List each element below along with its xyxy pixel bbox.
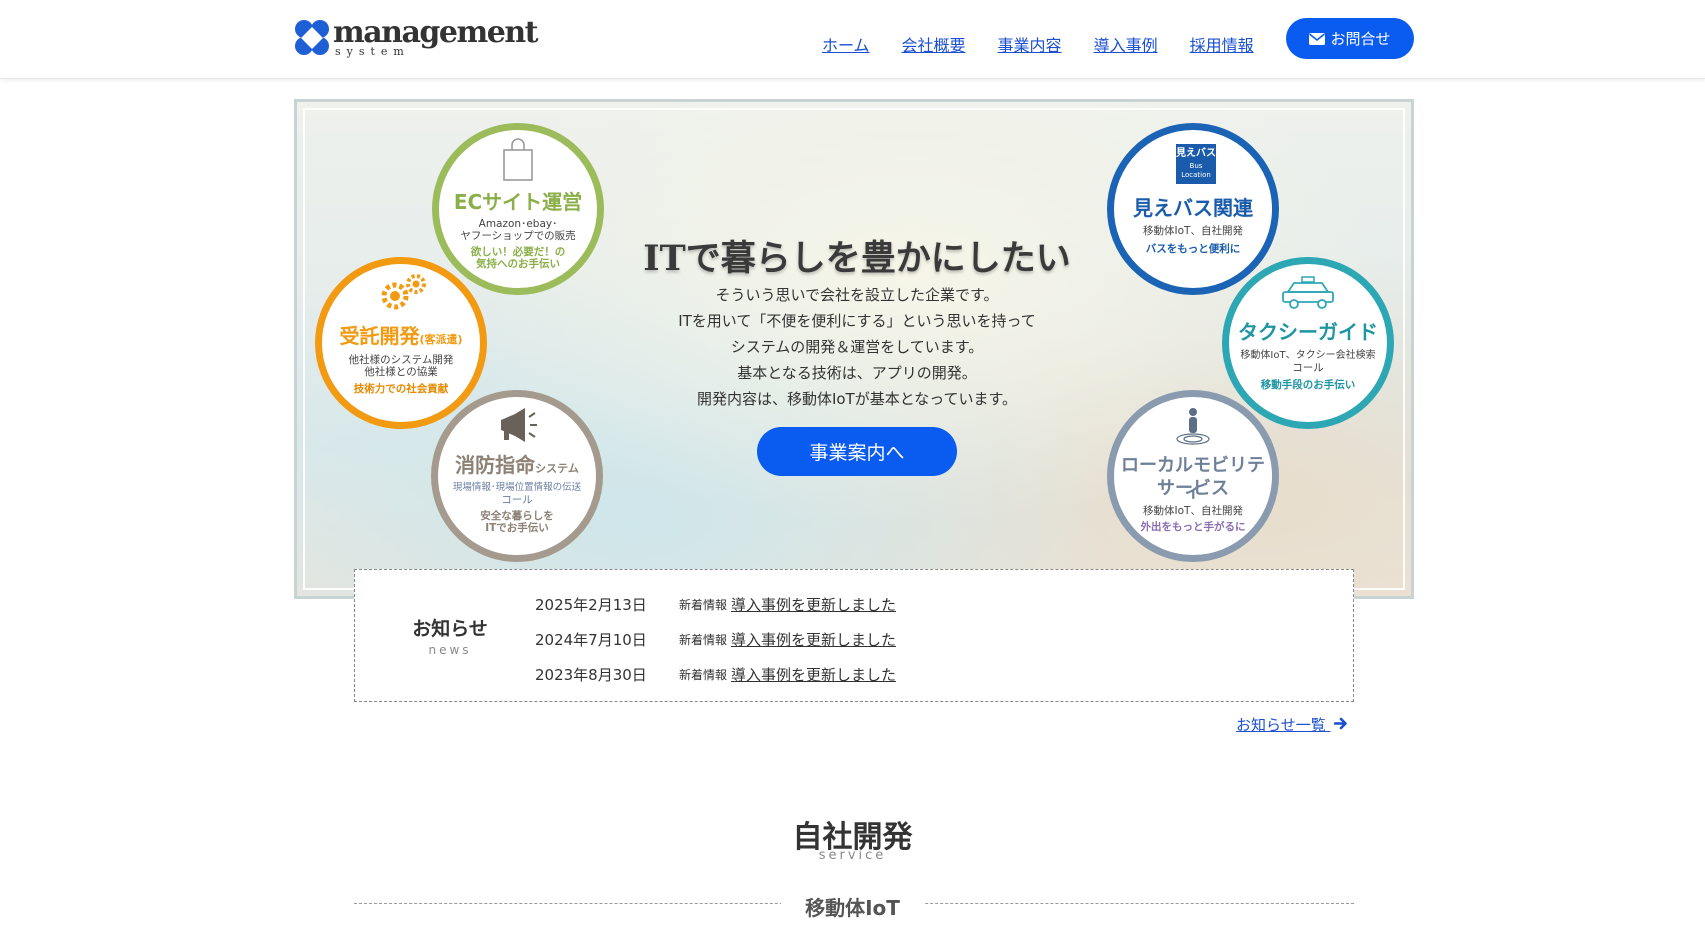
circle-desc: Amazon･ebay･: [478, 218, 558, 230]
site-logo[interactable]: management system: [293, 15, 539, 61]
contact-button[interactable]: お問合せ: [1286, 18, 1414, 59]
circle-desc: 移動体IoT、自社開発: [1143, 225, 1243, 237]
news-date: 2025年2月13日: [535, 595, 647, 614]
circle-tag: 技術力での社会貢献: [353, 383, 449, 395]
service-box-label: 移動体IoT: [781, 896, 924, 920]
hero-banner: ITで暮らしを豊かにしたい そういう思いで会社を設立した企業です。 ITを用いて…: [294, 99, 1414, 599]
circle-tag: バスをもっと便利に: [1145, 243, 1241, 255]
circle-tag: 気持へのお手伝い: [476, 258, 560, 270]
badge-text: Location: [1181, 171, 1211, 179]
circle-desc: 移動体IoT、タクシー会社検索: [1240, 350, 1376, 361]
circle-taxi-guide[interactable]: タクシーガイド 移動体IoT、タクシー会社検索 コール 移動手段のお手伝い: [1222, 257, 1394, 429]
circle-title: サービス: [1157, 478, 1229, 499]
circle-title-main: 受託開発: [339, 324, 420, 348]
taxi-icon: [1282, 276, 1334, 309]
megaphone-icon: [501, 408, 537, 442]
service-subtitle: service: [818, 848, 887, 863]
news-item: 2024年7月10日 新着情報 導入事例を更新しました: [535, 628, 896, 650]
news-heading-jp: お知らせ: [412, 618, 488, 640]
gears-icon: [381, 274, 426, 310]
arrow-right-icon: [1334, 717, 1348, 730]
circle-title: ECサイト運営: [453, 190, 583, 214]
news-title-link[interactable]: 導入事例を更新しました: [731, 594, 896, 615]
main-nav: ホーム 会社概要 事業内容 導入事例 採用情報: [822, 32, 1254, 56]
news-list-link[interactable]: お知らせ一覧: [1236, 714, 1348, 735]
news-category: 新着情報: [679, 632, 728, 647]
circle-tag: 安全な暮らしを: [480, 510, 554, 522]
business-info-button[interactable]: 事業案内へ: [757, 427, 957, 476]
circle-desc: 移動体IoT、自社開発: [1143, 505, 1243, 517]
circle-contract-dev[interactable]: 受託開発(客派遣) 他社様のシステム開発 他社様との協業 技術力での社会貢献: [315, 257, 487, 429]
circle-title: タクシーガイド: [1238, 320, 1378, 344]
nav-recruit[interactable]: 採用情報: [1190, 32, 1254, 56]
badge-text: 見えバス: [1176, 148, 1216, 159]
logo-subtitle: system: [335, 45, 410, 58]
nav-company[interactable]: 会社概要: [902, 32, 966, 56]
bus-location-badge-icon: 見えバス Bus Location: [1176, 144, 1216, 184]
news-title-link[interactable]: 導入事例を更新しました: [731, 664, 896, 685]
circle-ec-site[interactable]: ECサイト運営 Amazon･ebay･ ヤフーショップでの販売 欲しい！必要だ…: [432, 123, 604, 295]
shopping-bag-icon: [503, 138, 533, 181]
news-item: 2025年2月13日 新着情報 導入事例を更新しました: [535, 593, 896, 615]
news-panel: お知らせ news 2025年2月13日 新着情報 導入事例を更新しました 20…: [354, 569, 1354, 702]
circle-title: 受託開発(客派遣): [322, 320, 480, 349]
circle-tag: 移動手段のお手伝い: [1260, 379, 1356, 391]
circle-title-small: システム: [535, 462, 579, 475]
news-category: 新着情報: [679, 597, 728, 612]
circle-local-mobility[interactable]: ローカルモビリティ サービス 移動体IoT、自社開発 外出をもっと手がるに: [1107, 390, 1279, 562]
contact-label: お問合せ: [1330, 30, 1391, 48]
circle-title-main: 消防指命: [455, 453, 536, 477]
news-item: 2023年8月30日 新着情報 導入事例を更新しました: [535, 663, 896, 685]
circle-desc: 他社様との協業: [364, 366, 438, 378]
circle-title-small: (客派遣): [419, 333, 463, 346]
circle-desc: コール: [501, 494, 533, 506]
circle-title: 消防指命システム: [438, 449, 596, 478]
circle-desc: 他社様のシステム開発: [348, 354, 454, 366]
circle-fire-dispatch[interactable]: 消防指命システム 現場情報･現場位置情報の伝送 コール 安全な暮らしを ITでお…: [431, 390, 603, 562]
envelope-icon: [1309, 32, 1326, 45]
badge-text: Bus: [1189, 162, 1203, 170]
circle-tag: 外出をもっと手がるに: [1140, 521, 1246, 533]
news-category: 新着情報: [679, 667, 728, 682]
person-location-icon: [1176, 408, 1210, 445]
circle-desc: コール: [1292, 362, 1324, 374]
nav-cases[interactable]: 導入事例: [1094, 32, 1158, 56]
circle-tag: ITでお手伝い: [485, 522, 549, 534]
circle-desc: 現場情報･現場位置情報の伝送: [452, 482, 582, 493]
nav-home[interactable]: ホーム: [822, 32, 870, 56]
news-title-link[interactable]: 導入事例を更新しました: [731, 629, 896, 650]
news-heading-en: news: [428, 643, 472, 657]
circle-desc: ヤフーショップでの販売: [460, 230, 576, 242]
circle-bus-location[interactable]: 見えバス Bus Location 見えバス関連 移動体IoT、自社開発 バスを…: [1107, 123, 1279, 295]
nav-business[interactable]: 事業内容: [998, 32, 1062, 56]
site-header: management system ホーム 会社概要 事業内容 導入事例 採用情…: [0, 0, 1705, 79]
circle-tag: 欲しい！必要だ！の: [470, 246, 566, 258]
news-date: 2024年7月10日: [535, 630, 647, 649]
logo-mark-icon: [295, 20, 329, 55]
news-list-label: お知らせ一覧: [1236, 716, 1326, 734]
news-heading: お知らせ news: [405, 614, 495, 657]
circle-title: 見えバス関連: [1133, 196, 1253, 220]
news-date: 2023年8月30日: [535, 665, 647, 684]
